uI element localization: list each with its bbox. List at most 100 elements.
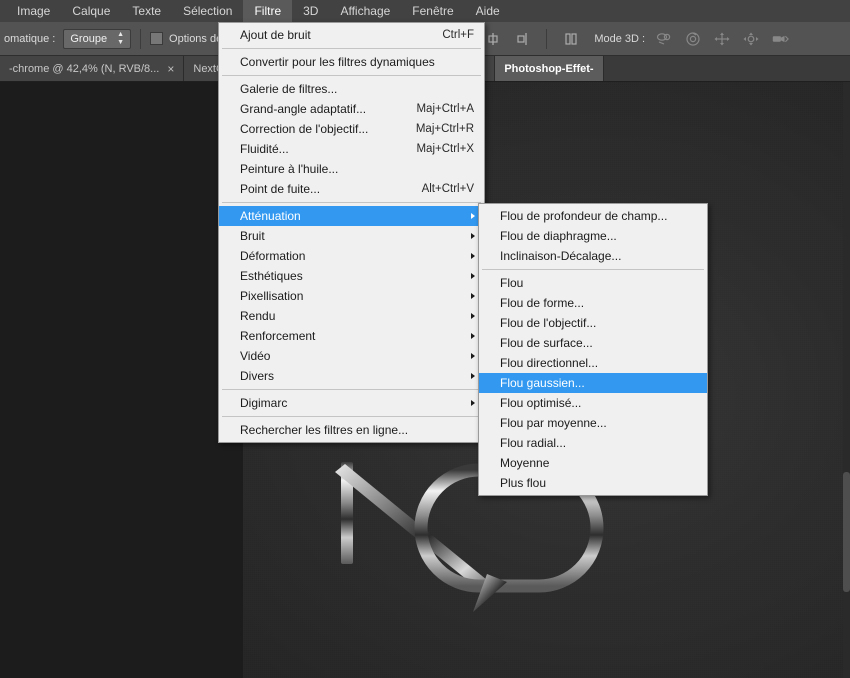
chevron-right-icon [471,333,475,339]
distribute-spacing-icon[interactable] [562,30,580,48]
menu-item-flou-radial[interactable]: Flou radial... [479,433,707,453]
menu-item-flou-de-diaphragme[interactable]: Flou de diaphragme... [479,226,707,246]
menubar-item-3d[interactable]: 3D [292,0,329,22]
menu-item-inclinaison-d-calage[interactable]: Inclinaison-Décalage... [479,246,707,266]
menu-item-galerie-de-filtres[interactable]: Galerie de filtres... [219,79,484,99]
checkbox-icon [150,32,164,45]
menubar-item-aide[interactable]: Aide [465,0,511,22]
rotate-3d-object-icon[interactable] [655,30,673,48]
document-tab[interactable]: Photoshop-Effet- [495,56,604,81]
menu-item-d-formation[interactable]: Déformation [219,246,484,266]
chevron-right-icon [471,400,475,406]
menu-item-plus-flou[interactable]: Plus flou [479,473,707,493]
menu-item-label: Flou [500,276,524,290]
menu-item-flou-de-l-objectif[interactable]: Flou de l'objectif... [479,313,707,333]
menu-item-label: Esthétiques [240,269,303,283]
menu-item-flou-de-forme[interactable]: Flou de forme... [479,293,707,313]
pan-3d-object-icon[interactable] [713,30,731,48]
menu-item-correction-de-l-objectif[interactable]: Correction de l'objectif... Maj+Ctrl+R [219,119,484,139]
menu-item-label: Flou optimisé... [500,396,582,410]
menu-item-shortcut: Ctrl+F [442,29,474,41]
menu-item-flou-de-surface[interactable]: Flou de surface... [479,333,707,353]
slide-3d-object-icon[interactable] [742,30,760,48]
menu-item-divers[interactable]: Divers [219,366,484,386]
canvas-vertical-scrollbar[interactable] [843,82,850,678]
menu-item-flou-gaussien[interactable]: Flou gaussien... [479,373,707,393]
menu-item-vid-o[interactable]: Vidéo [219,346,484,366]
menu-item-shortcut: Maj+Ctrl+A [416,103,474,115]
group-select-value: Groupe [70,32,108,45]
menu-item-label: Divers [240,369,275,383]
menu-item-shortcut: Maj+Ctrl+R [415,123,474,135]
distribute-right-icon[interactable] [513,30,531,48]
menu-item-flou-optimis[interactable]: Flou optimisé... [479,393,707,413]
menu-item-label: Correction de l'objectif... [240,122,369,136]
menu-item-label: Galerie de filtres... [240,82,338,96]
menu-item-label: Digimarc [240,396,288,410]
menu-item-label: Pixellisation [240,289,304,303]
menu-item-digimarc[interactable]: Digimarc [219,393,484,413]
scale-3d-camera-icon[interactable] [771,30,789,48]
menu-item-point-de-fuite[interactable]: Point de fuite... Alt+Ctrl+V [219,179,484,199]
attenuation-submenu[interactable]: Flou de profondeur de champ... Flou de di… [478,203,708,496]
transform-options-checkbox[interactable]: Options de t [150,32,228,45]
menu-item-rendu[interactable]: Rendu [219,306,484,326]
mode-3d-tools [655,30,789,48]
menu-item-label: Grand-angle adaptatif... [240,102,367,116]
menubar-item-filtre[interactable]: Filtre [243,0,293,22]
menu-item-flou[interactable]: Flou [479,273,707,293]
menubar-item-texte[interactable]: Texte [121,0,172,22]
scrollbar-thumb[interactable] [843,472,850,592]
document-tab-label: Photoshop-Effet- [504,62,594,75]
menu-item-flou-directionnel[interactable]: Flou directionnel... [479,353,707,373]
menu-separator [222,75,481,76]
menubar-item-fen-tre[interactable]: Fenêtre [401,0,464,22]
menu-item-label: Bruit [240,229,265,243]
menu-item-label: Flou gaussien... [500,376,585,390]
menu-item-flou-de-profondeur-de-champ[interactable]: Flou de profondeur de champ... [479,206,707,226]
menu-item-label: Flou de diaphragme... [500,229,617,243]
menu-item-pixellisation[interactable]: Pixellisation [219,286,484,306]
menu-item-label: Flou par moyenne... [500,416,607,430]
roll-3d-object-icon[interactable] [684,30,702,48]
menu-item-peinture-l-huile[interactable]: Peinture à l'huile... [219,159,484,179]
menu-item-label: Fluidité... [240,142,289,156]
chevron-right-icon [471,293,475,299]
menu-separator [222,48,481,49]
menu-item-grand-angle-adaptatif[interactable]: Grand-angle adaptatif... Maj+Ctrl+A [219,99,484,119]
menu-item-shortcut: Alt+Ctrl+V [421,183,474,195]
chevron-right-icon [471,353,475,359]
menu-item-label: Ajout de bruit [240,28,311,42]
menubar-item-s-lection[interactable]: Sélection [172,0,243,22]
menubar-item-calque[interactable]: Calque [61,0,121,22]
menu-item-bruit[interactable]: Bruit [219,226,484,246]
menu-item-label: Plus flou [500,476,547,490]
menu-item-ajout-de-bruit[interactable]: Ajout de bruit Ctrl+F [219,25,484,45]
menu-item-att-nuation[interactable]: Atténuation [219,206,484,226]
distribute-center-icon[interactable] [484,30,502,48]
options-divider-1 [140,28,142,49]
menu-item-label: Atténuation [240,209,301,223]
photoshop-window: Image Calque Texte Sélection Filtre 3D Afficha… [0,0,850,678]
menu-item-convertir-pour-les-filtres-dynamiques[interactable]: Convertir pour les filtres dynamiques [219,52,484,72]
menu-item-label: Moyenne [500,456,550,470]
menubar-item-image[interactable]: Image [6,0,61,22]
menu-item-renforcement[interactable]: Renforcement [219,326,484,346]
menu-item-rechercher-les-filtres-en-ligne[interactable]: Rechercher les filtres en ligne... [219,420,484,440]
document-tab[interactable]: -chrome @ 42,4% (N, RVB/8... × [0,56,185,81]
menu-item-flou-par-moyenne[interactable]: Flou par moyenne... [479,413,707,433]
chevron-right-icon [471,373,475,379]
menu-item-esth-tiques[interactable]: Esthétiques [219,266,484,286]
menubar-item-affichage[interactable]: Affichage [329,0,401,22]
menu-item-moyenne[interactable]: Moyenne [479,453,707,473]
chevron-right-icon [471,273,475,279]
menu-item-label: Flou de profondeur de champ... [500,209,668,223]
menu-separator [222,202,481,203]
close-icon[interactable]: × [167,63,174,75]
mode-3d-label: Mode 3D : [594,32,646,45]
menu-item-fluidit[interactable]: Fluidité... Maj+Ctrl+X [219,139,484,159]
filter-dropdown-menu[interactable]: Ajout de bruit Ctrl+F Convertir pour les f… [218,22,485,443]
menu-separator [222,389,481,390]
group-select[interactable]: Groupe ▲ ▼ [63,28,132,49]
menu-item-label: Peinture à l'huile... [240,162,339,176]
